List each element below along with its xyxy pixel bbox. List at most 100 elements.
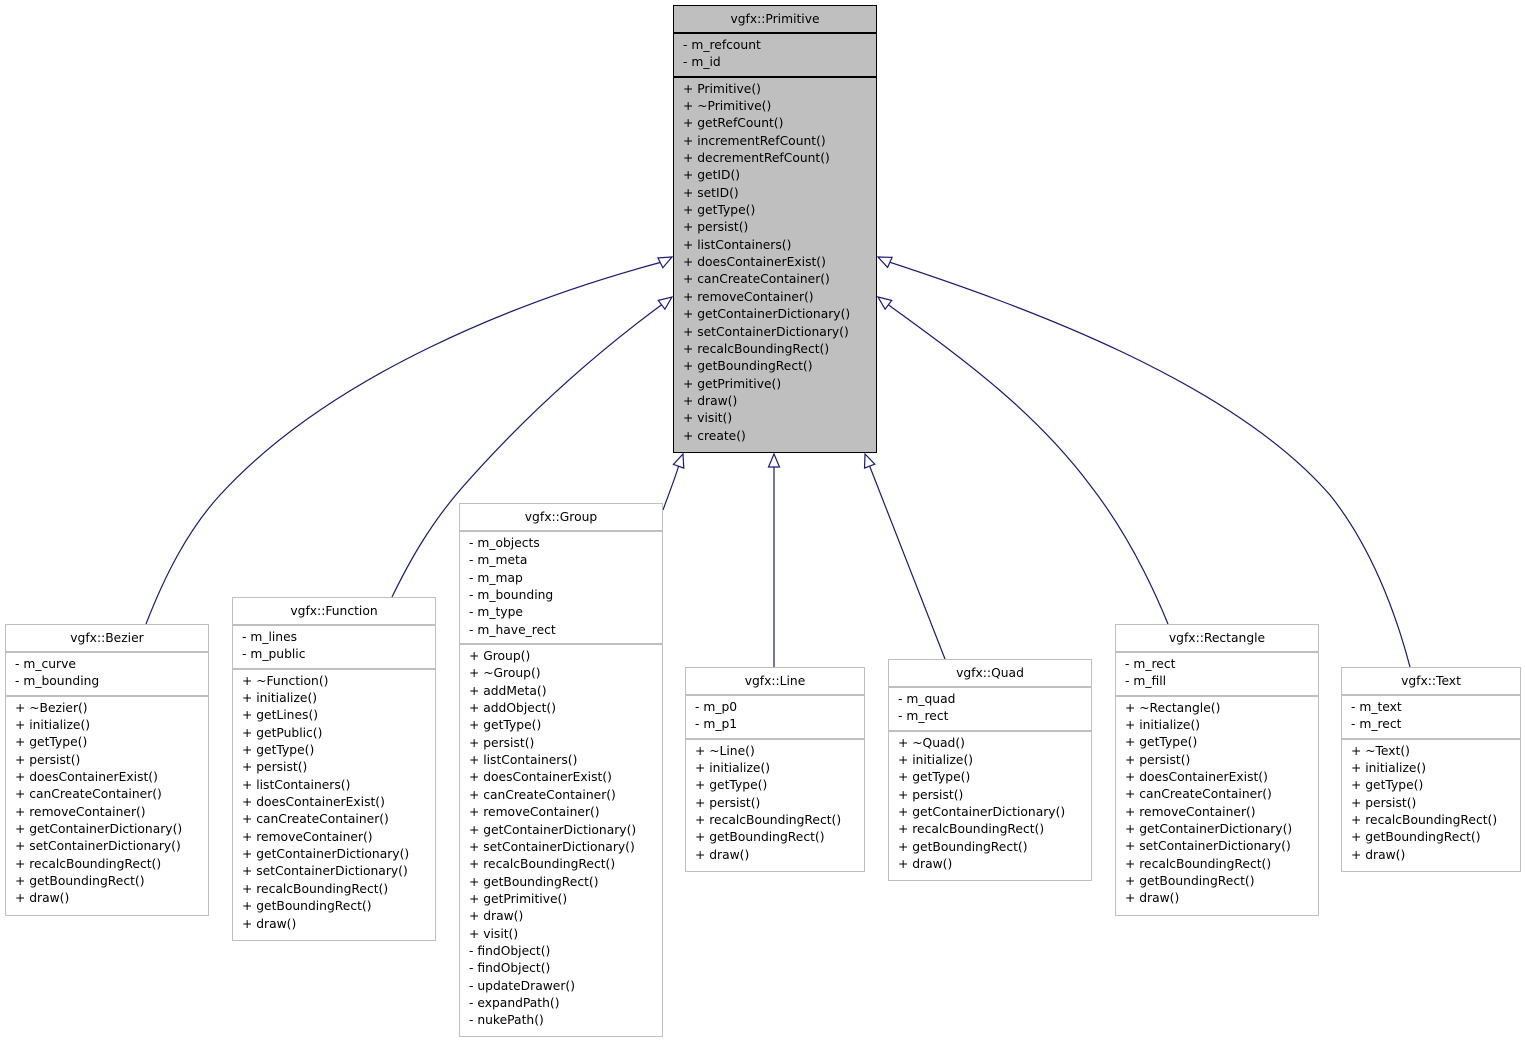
class-box-rectangle[interactable]: vgfx::Rectangle - m_rect- m_fill + ~Rect… [1115, 624, 1319, 916]
attribute-item: - m_map [469, 570, 523, 585]
inheritance-arrowhead-icon [656, 256, 674, 269]
method-item: - nukePath() [469, 1013, 544, 1028]
method-item: + setContainerDictionary() [242, 864, 408, 879]
method-item: + ~Group() [469, 666, 541, 681]
method-item: + listContainers() [242, 777, 351, 792]
inheritance-arrowhead-icon [672, 452, 685, 469]
method-item: + getBoundingRect() [1351, 830, 1481, 845]
attributes-section: - m_quad - m_rect [889, 688, 1091, 732]
method-item: + persist() [1351, 795, 1417, 810]
method-item: + ~Primitive() [683, 99, 772, 114]
method-item: + getType() [15, 735, 88, 750]
method-item: - updateDrawer() [469, 978, 576, 993]
attribute-item: - m_objects [469, 536, 540, 550]
inheritance-arrowhead-icon [863, 452, 876, 469]
class-box-text[interactable]: vgfx::Text - m_text - m_rect + ~Text() + i… [1341, 667, 1521, 872]
method-item: + ~Line() [695, 743, 755, 758]
attribute-item: - m_curve [15, 657, 76, 671]
method-item: + draw() [242, 916, 297, 931]
method-item: + visit() [469, 926, 519, 941]
method-item: + removeContainer() [683, 289, 814, 304]
method-item: + draw() [15, 891, 70, 906]
class-name: vgfx::Rectangle [1116, 625, 1318, 653]
method-item: + getBoundingRect() [469, 874, 599, 889]
attribute-item: - m_rect [898, 709, 949, 724]
method-item: + doesContainerExist() [683, 255, 826, 270]
class-box-bezier[interactable]: vgfx::Bezier - m_curve - m_bounding + ~Be… [5, 624, 209, 916]
attribute-item: - m_have_rect [469, 622, 556, 637]
method-item: + persist() [242, 760, 308, 775]
method-item: + removeContainer() [469, 805, 600, 820]
method-item: + removeContainer() [242, 829, 373, 844]
method-item: + getContainerDictionary() [469, 822, 637, 837]
method-item: + initialize() [15, 718, 91, 733]
method-item: + draw() [469, 909, 524, 924]
method-item: + decrementRefCount() [683, 151, 830, 166]
method-item: + doesContainerExist() [469, 770, 612, 785]
attribute-item: - m_type [469, 605, 523, 620]
attribute-item: - m_p1 [695, 717, 738, 732]
method-item: - findObject() [469, 961, 551, 976]
method-item: + getContainerDictionary() [1125, 822, 1293, 837]
class-name: vgfx::Primitive [674, 6, 876, 34]
method-item: + canCreateContainer() [469, 787, 616, 802]
method-item: + removeContainer() [15, 804, 146, 819]
method-item: + removeContainer() [1125, 804, 1256, 819]
methods-section: + ~Bezier() + initialize() + getType() + pe… [6, 697, 208, 912]
methods-section: + ~Rectangle() + initialize() + getType() +… [1116, 697, 1318, 912]
method-item: + draw() [683, 393, 738, 408]
method-item: + recalcBoundingRect() [1351, 813, 1498, 828]
method-item: + ~Function() [242, 673, 329, 688]
methods-section: + ~Quad() + initialize() + getType() + pers… [889, 732, 1091, 878]
method-item: + recalcBoundingRect() [1125, 856, 1272, 871]
attributes-section: - m_rect - m_fill [1116, 653, 1318, 697]
methods-section: + Group() + ~Group() + addMeta() + addObjec… [460, 645, 662, 1034]
attribute-item: - m_p0 [695, 700, 738, 714]
method-item: + recalcBoundingRect() [15, 856, 162, 871]
method-item: + getID() [683, 168, 741, 183]
attribute-item: - m_meta [469, 553, 528, 568]
class-name: vgfx::Group [460, 504, 662, 532]
method-item: + getLines() [242, 708, 319, 723]
method-item: + doesContainerExist() [15, 770, 158, 785]
method-item: + getType() [683, 203, 756, 218]
attribute-item: - m_rect [1125, 657, 1176, 671]
method-item: + draw() [1351, 847, 1406, 862]
class-box-quad[interactable]: vgfx::Quad - m_quad - m_rect + ~Quad() + i… [888, 659, 1092, 881]
method-item: + persist() [1125, 752, 1191, 767]
method-item: + persist() [683, 220, 749, 235]
method-item: + getBoundingRect() [15, 874, 145, 889]
class-box-primitive[interactable]: vgfx::Primitive - m_refcount - m_id + Pri… [673, 5, 877, 453]
attribute-item: - m_bounding [469, 588, 554, 603]
inheritance-arrowhead-icon [657, 296, 674, 311]
method-item: + draw() [898, 857, 953, 872]
method-item: + persist() [695, 795, 761, 810]
attribute-item: - m_fill [1125, 674, 1167, 689]
method-item: + getContainerDictionary() [898, 805, 1066, 820]
method-item: + canCreateContainer() [1125, 787, 1272, 802]
inheritance-edge-text [888, 261, 1411, 668]
attributes-section: - m_p0 - m_p1 [686, 696, 864, 740]
method-item: + Primitive() [683, 81, 761, 96]
method-item: + getContainerDictionary() [242, 847, 410, 862]
attribute-item: - m_text [1351, 700, 1402, 714]
methods-section: + ~Function() + initialize() + getLines() +… [233, 670, 435, 937]
attribute-item: - m_bounding [15, 674, 100, 689]
method-item: + doesContainerExist() [1125, 770, 1268, 785]
method-item: + setContainerDictionary() [683, 324, 849, 339]
attributes-section: - m_curve - m_bounding [6, 653, 208, 697]
class-box-function[interactable]: vgfx::Function - m_lines - m_public + ~Fu… [232, 597, 436, 941]
method-item: + setContainerDictionary() [469, 839, 635, 854]
method-item: + listContainers() [683, 237, 792, 252]
attribute-item: - m_lines [242, 630, 298, 644]
class-name: vgfx::Function [233, 598, 435, 626]
methods-section: + Primitive() + ~Primitive() + getRefCount… [674, 78, 876, 449]
class-box-group[interactable]: vgfx::Group - m_objects- m_meta- m_map- … [459, 503, 663, 1037]
method-item: + Group() [469, 649, 531, 664]
method-item: + getType() [898, 770, 971, 785]
method-item: + recalcBoundingRect() [242, 881, 389, 896]
method-item: + create() [683, 428, 746, 443]
inheritance-arrowhead-icon [876, 296, 893, 311]
class-box-line[interactable]: vgfx::Line - m_p0- m_p1 + ~Line() + initi… [685, 667, 865, 872]
method-item: + canCreateContainer() [242, 812, 389, 827]
